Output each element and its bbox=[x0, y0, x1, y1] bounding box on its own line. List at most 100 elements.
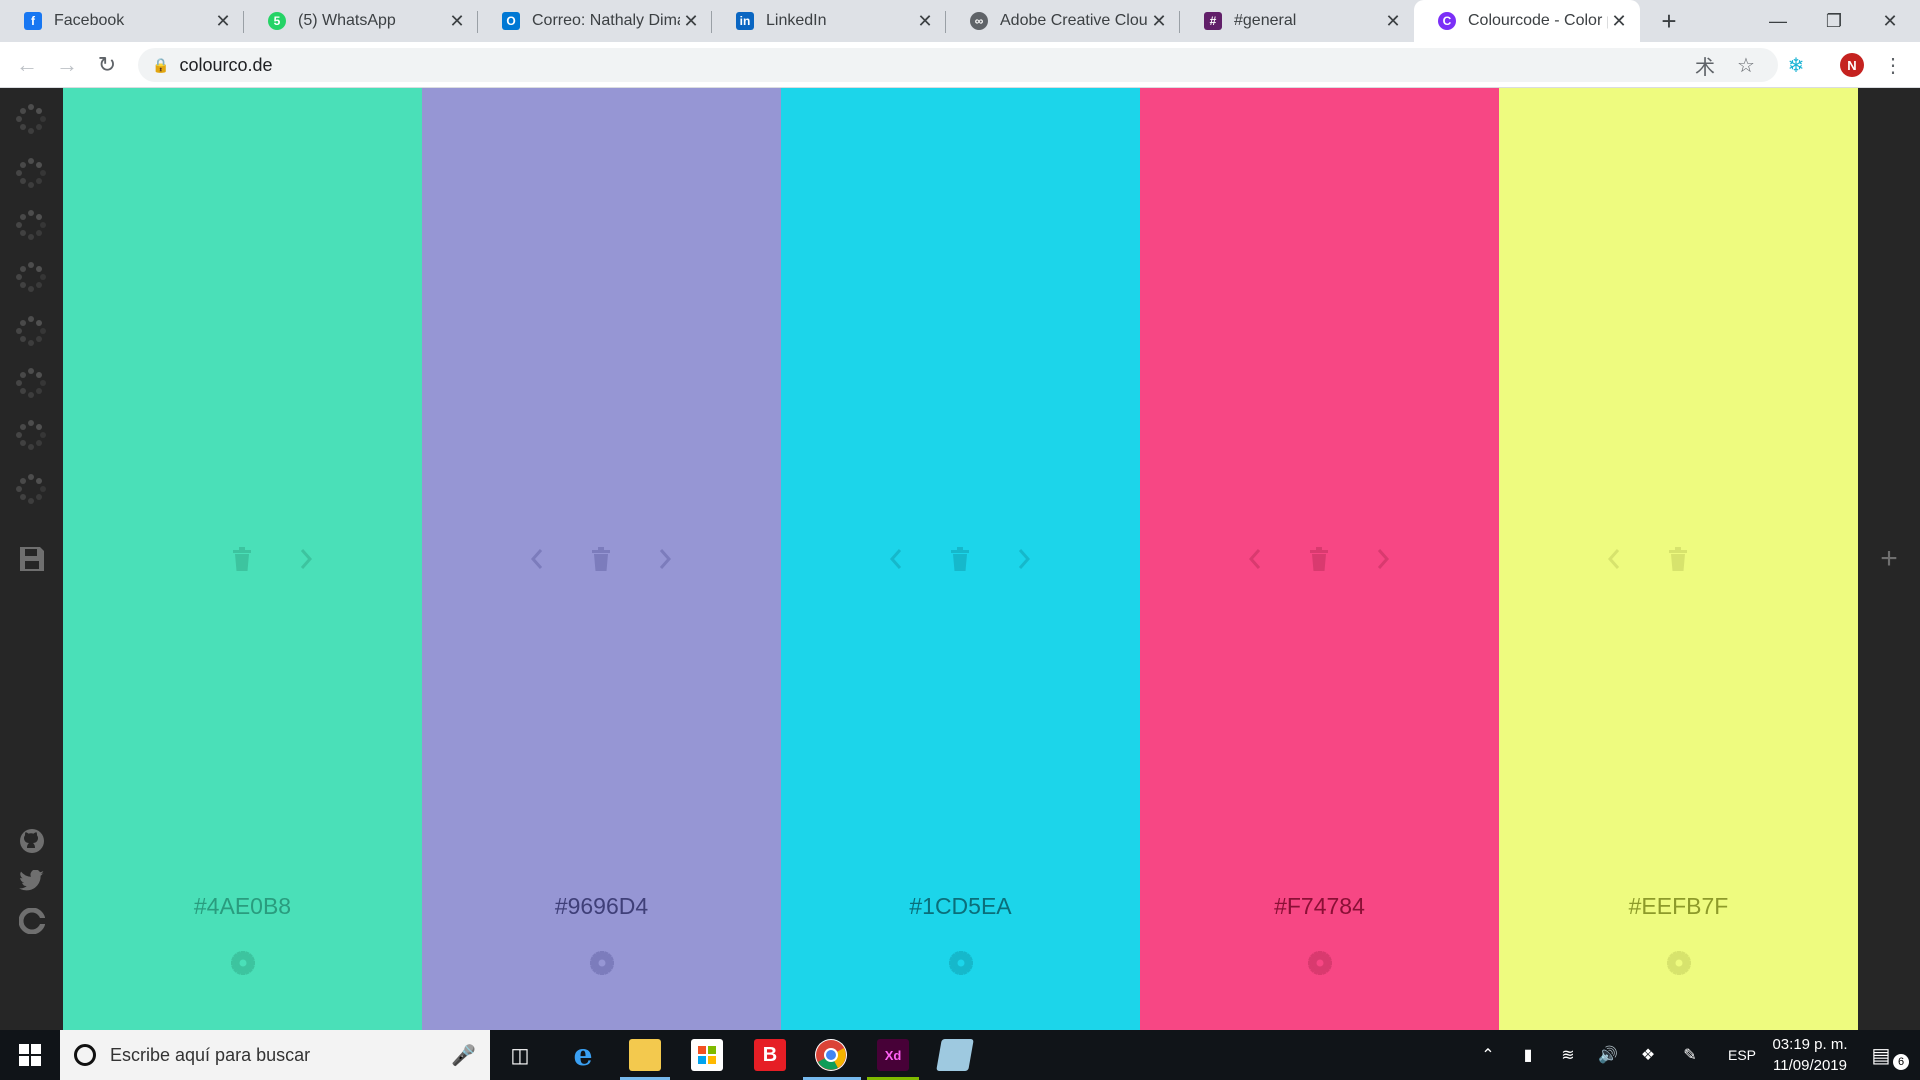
colourcode-logo-icon[interactable] bbox=[0, 908, 63, 934]
move-left-chevron-icon[interactable] bbox=[1599, 544, 1629, 574]
delete-trash-icon[interactable] bbox=[1304, 544, 1334, 574]
settings-gear-icon[interactable] bbox=[228, 948, 258, 978]
settings-gear-icon[interactable] bbox=[1305, 948, 1335, 978]
forward-button[interactable]: → bbox=[52, 50, 82, 80]
delete-trash-icon[interactable] bbox=[945, 544, 975, 574]
start-button[interactable] bbox=[0, 1030, 60, 1080]
language-indicator[interactable]: ESP bbox=[1724, 1030, 1760, 1080]
wifi-icon[interactable]: ≋ bbox=[1554, 1030, 1582, 1080]
close-icon[interactable]: ✕ bbox=[1382, 10, 1404, 32]
bookmark-star-icon[interactable]: ☆ bbox=[1733, 52, 1759, 78]
edge-icon[interactable]: e bbox=[567, 1038, 599, 1073]
bitdefender-icon[interactable]: B bbox=[754, 1039, 786, 1071]
notes-app-icon[interactable] bbox=[936, 1039, 974, 1071]
move-right-chevron-icon[interactable] bbox=[650, 544, 680, 574]
settings-gear-icon[interactable] bbox=[1664, 948, 1694, 978]
pen-icon[interactable]: ✎ bbox=[1676, 1030, 1704, 1080]
color-column[interactable]: #4AE0B8 bbox=[63, 88, 422, 1030]
delete-trash-icon[interactable] bbox=[586, 544, 616, 574]
color-column[interactable]: #F74784 bbox=[1140, 88, 1499, 1030]
close-icon[interactable]: ✕ bbox=[680, 10, 702, 32]
spinner-dot bbox=[40, 274, 46, 280]
clock-date: 11/09/2019 bbox=[1773, 1057, 1847, 1074]
store-icon[interactable] bbox=[691, 1039, 723, 1071]
move-right-chevron-icon[interactable] bbox=[1368, 544, 1398, 574]
show-hidden-icons[interactable]: ⌃ bbox=[1476, 1030, 1500, 1080]
close-icon[interactable]: ✕ bbox=[1148, 10, 1170, 32]
tab-colourcode[interactable]: C Colourcode - Color palette generator ✕ bbox=[1414, 0, 1640, 42]
tab-title: Correo: Nathaly Dimas bbox=[532, 12, 680, 29]
tab-outlook[interactable]: O Correo: Nathaly Dimas ✕ bbox=[478, 0, 712, 42]
color-hex-label[interactable]: #F74784 bbox=[1140, 893, 1499, 920]
spinner-dot bbox=[28, 368, 34, 374]
color-column[interactable]: #EEFB7F bbox=[1499, 88, 1858, 1030]
move-left-chevron-icon[interactable] bbox=[522, 544, 552, 574]
spinner-dot bbox=[19, 161, 26, 168]
spinner-dot bbox=[19, 124, 26, 131]
spinner-dot bbox=[36, 336, 43, 343]
clock[interactable]: 03:19 p. m. 11/09/2019 bbox=[1760, 1034, 1860, 1076]
battery-icon[interactable]: ▮ bbox=[1514, 1030, 1542, 1080]
spinner-dot bbox=[28, 392, 34, 398]
github-icon[interactable] bbox=[0, 828, 63, 854]
adobe-xd-icon[interactable]: Xd bbox=[877, 1039, 909, 1071]
color-hex-label[interactable]: #1CD5EA bbox=[781, 893, 1140, 920]
spinner-dot bbox=[40, 380, 46, 386]
close-icon[interactable]: ✕ bbox=[212, 10, 234, 32]
color-hex-label[interactable]: #9696D4 bbox=[422, 893, 781, 920]
profile-avatar[interactable]: N bbox=[1840, 53, 1864, 77]
spinner-dot bbox=[19, 265, 26, 272]
settings-gear-icon[interactable] bbox=[587, 948, 617, 978]
color-column[interactable]: #9696D4 bbox=[422, 88, 781, 1030]
microphone-icon[interactable]: 🎤 bbox=[451, 1043, 476, 1068]
spinner-dot bbox=[19, 319, 26, 326]
tab-linkedin[interactable]: in LinkedIn ✕ bbox=[712, 0, 946, 42]
move-left-chevron-icon[interactable] bbox=[881, 544, 911, 574]
window-close-button[interactable]: ✕ bbox=[1862, 0, 1918, 42]
settings-gear-icon[interactable] bbox=[946, 948, 976, 978]
notification-center-icon[interactable]: ▤ bbox=[1866, 1030, 1896, 1080]
volume-icon[interactable]: 🔊 bbox=[1594, 1030, 1622, 1080]
address-bar[interactable]: 🔒 colourco.de bbox=[138, 48, 1778, 82]
chrome-icon[interactable] bbox=[815, 1039, 847, 1071]
move-left-chevron-icon[interactable] bbox=[1240, 544, 1270, 574]
spinner-dot bbox=[36, 107, 43, 114]
color-column[interactable]: #1CD5EA bbox=[781, 88, 1140, 1030]
dropbox-icon[interactable]: ❖ bbox=[1634, 1030, 1662, 1080]
close-icon[interactable]: ✕ bbox=[446, 10, 468, 32]
delete-trash-icon[interactable] bbox=[227, 544, 257, 574]
spinner-dot bbox=[40, 486, 46, 492]
taskbar-search-box[interactable]: Escribe aquí para buscar 🎤 bbox=[60, 1030, 490, 1080]
move-right-chevron-icon[interactable] bbox=[291, 544, 321, 574]
save-icon[interactable] bbox=[0, 544, 63, 574]
close-icon[interactable]: ✕ bbox=[914, 10, 936, 32]
color-hex-label[interactable]: #EEFB7F bbox=[1499, 893, 1858, 920]
new-tab-button[interactable]: + bbox=[1654, 6, 1684, 36]
color-palette: #4AE0B8 #9696D4 #1CD5EA #F74784 #EEFB7F bbox=[63, 88, 1858, 1030]
tab-adobe-creative-cloud[interactable]: ∞ Adobe Creative Cloud ✕ bbox=[946, 0, 1180, 42]
spinner-dot bbox=[19, 477, 26, 484]
menu-dots-icon[interactable]: ⋮ bbox=[1880, 52, 1906, 78]
task-view-icon[interactable]: ◫ bbox=[500, 1030, 540, 1080]
translate-icon[interactable]: 术 bbox=[1692, 52, 1718, 79]
tab-whatsapp[interactable]: 5 (5) WhatsApp ✕ bbox=[244, 0, 478, 42]
spinner-dot bbox=[16, 170, 22, 176]
minimize-button[interactable]: — bbox=[1750, 0, 1806, 42]
add-color-button[interactable]: + bbox=[1858, 542, 1920, 575]
spinner-dot bbox=[19, 371, 26, 378]
spinner-dot bbox=[36, 371, 43, 378]
delete-trash-icon[interactable] bbox=[1663, 544, 1693, 574]
tab-slack-general[interactable]: # #general ✕ bbox=[1180, 0, 1414, 42]
close-icon[interactable]: ✕ bbox=[1608, 10, 1630, 32]
color-hex-label[interactable]: #4AE0B8 bbox=[63, 893, 422, 920]
reload-button[interactable]: ↻ bbox=[92, 50, 122, 80]
extension-icon[interactable]: ❄ bbox=[1783, 52, 1809, 78]
spinner-dot bbox=[28, 498, 34, 504]
restore-button[interactable]: ❐ bbox=[1806, 0, 1862, 42]
tab-facebook[interactable]: f Facebook ✕ bbox=[0, 0, 244, 42]
twitter-icon[interactable] bbox=[0, 870, 63, 892]
spinner-dot bbox=[28, 158, 34, 164]
move-right-chevron-icon[interactable] bbox=[1009, 544, 1039, 574]
back-button[interactable]: ← bbox=[12, 50, 42, 80]
file-explorer-icon[interactable] bbox=[629, 1039, 661, 1071]
